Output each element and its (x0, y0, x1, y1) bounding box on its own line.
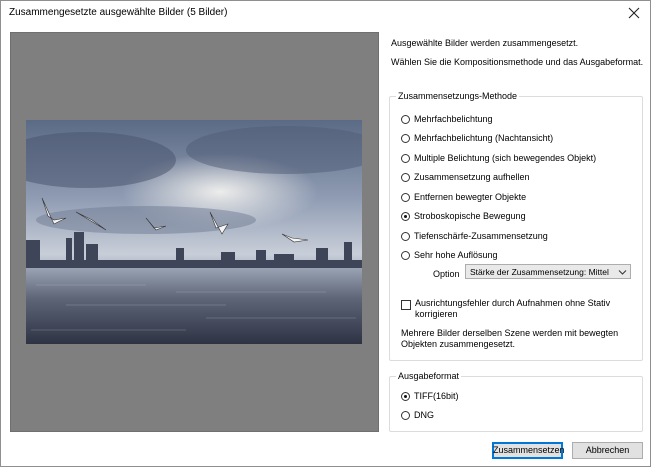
radio-icon (401, 410, 410, 420)
option-dropdown[interactable]: Stärke der Zusammensetzung: Mittel (465, 264, 631, 279)
radio-icon (401, 250, 410, 260)
close-icon[interactable] (624, 3, 644, 23)
dialog-window: Zusammengesetzte ausgewählte Bilder (5 B… (0, 0, 651, 467)
radio-label: DNG (414, 410, 434, 420)
compose-button[interactable]: Zusammensetzen (492, 442, 565, 459)
composition-method-title: Zusammensetzungs-Methode (396, 91, 520, 101)
alignment-checkbox[interactable] (401, 300, 411, 310)
radio-aufhellen[interactable]: Zusammensetzung aufhellen (401, 171, 530, 183)
radio-selected-icon (401, 391, 410, 401)
radio-mehrfachbelichtung-nacht[interactable]: Mehrfachbelichtung (Nachtansicht) (401, 132, 553, 144)
radio-icon (401, 192, 410, 202)
radio-multiple-belichtung[interactable]: Multiple Belichtung (sich bewegendes Obj… (401, 152, 596, 164)
alignment-checkbox-label: Ausrichtungsfehler durch Aufnahmen ohne … (415, 298, 611, 319)
radio-tiefenschaerfe[interactable]: Tiefenschärfe-Zusammensetzung (401, 230, 548, 242)
radio-hohe-aufloesung[interactable]: Sehr hohe Auflösung (401, 249, 498, 261)
radio-label: Tiefenschärfe-Zusammensetzung (414, 231, 548, 241)
radio-icon (401, 133, 410, 143)
radio-selected-icon (401, 211, 410, 221)
option-dropdown-value: Stärke der Zusammensetzung: Mittel (470, 267, 609, 277)
radio-label: Stroboskopische Bewegung (414, 211, 526, 221)
radio-label: TIFF(16bit) (414, 391, 459, 401)
radio-tiff[interactable]: TIFF(16bit) (401, 390, 459, 402)
radio-mehrfachbelichtung[interactable]: Mehrfachbelichtung (401, 113, 493, 125)
info-text-2: Wählen Sie die Kompositionsmethode und d… (391, 57, 644, 67)
radio-entfernen[interactable]: Entfernen bewegter Objekte (401, 191, 526, 203)
method-description: Mehrere Bilder derselben Szene werden mi… (401, 328, 619, 349)
radio-label: Mehrfachbelichtung (414, 114, 493, 124)
window-title: Zusammengesetzte ausgewählte Bilder (5 B… (9, 7, 228, 18)
radio-icon (401, 172, 410, 182)
radio-label: Mehrfachbelichtung (Nachtansicht) (414, 133, 554, 143)
radio-dng[interactable]: DNG (401, 409, 434, 421)
option-label: Option (433, 269, 460, 279)
title-bar: Zusammengesetzte ausgewählte Bilder (5 B… (1, 1, 650, 25)
radio-icon (401, 114, 410, 124)
chevron-down-icon (618, 268, 627, 278)
output-format-title: Ausgabeformat (396, 371, 462, 381)
image-preview-panel (10, 32, 379, 432)
output-format-group: Ausgabeformat TIFF(16bit) DNG (389, 371, 643, 432)
preview-image (26, 120, 362, 344)
radio-stroboskopisch[interactable]: Stroboskopische Bewegung (401, 210, 526, 222)
radio-label: Multiple Belichtung (sich bewegendes Obj… (414, 153, 597, 163)
radio-icon (401, 231, 410, 241)
radio-label: Zusammensetzung aufhellen (414, 172, 530, 182)
radio-icon (401, 153, 410, 163)
composition-method-group: Zusammensetzungs-Methode Mehrfachbelicht… (389, 91, 643, 361)
radio-label: Entfernen bewegter Objekte (414, 192, 527, 202)
radio-label: Sehr hohe Auflösung (414, 250, 498, 260)
info-text-1: Ausgewählte Bilder werden zusammengesetz… (391, 38, 579, 48)
cancel-button[interactable]: Abbrechen (572, 442, 643, 459)
